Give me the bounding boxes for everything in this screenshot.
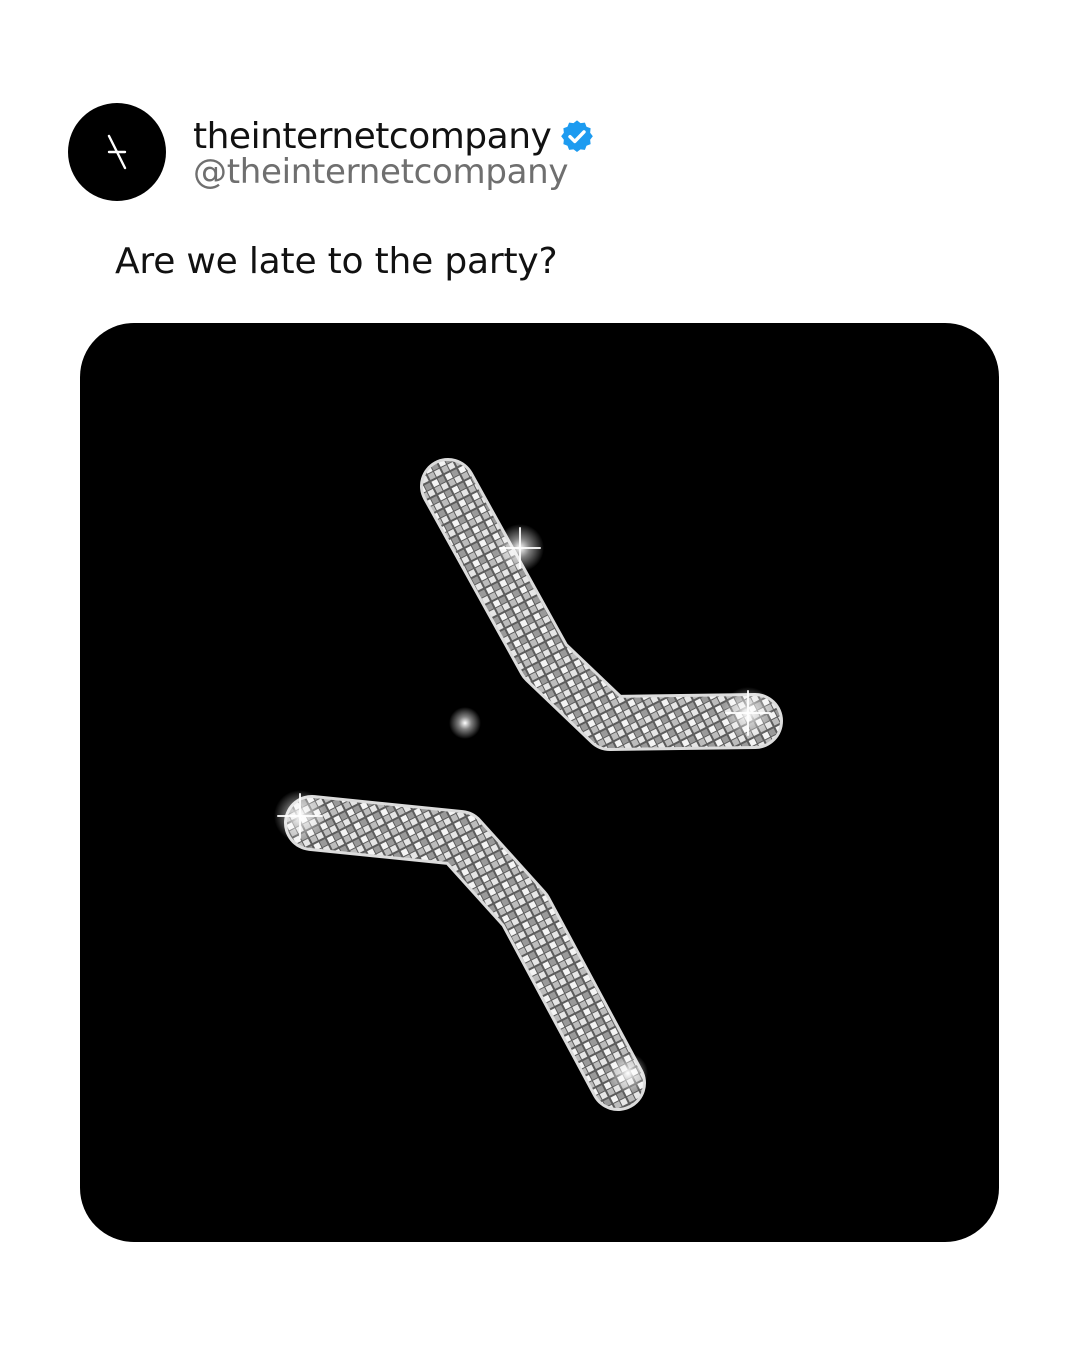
avatar[interactable]: [68, 103, 166, 201]
post-header: theinternetcompany @theinternetcompany: [68, 102, 597, 202]
theinternetcompany-logo-icon: [107, 134, 127, 170]
post-text: Are we late to the party?: [115, 241, 558, 282]
post-media[interactable]: [80, 323, 999, 1242]
disco-ball-logo-icon: [274, 458, 783, 1111]
account-handle[interactable]: @theinternetcompany: [193, 154, 597, 190]
account-identity: theinternetcompany @theinternetcompany: [193, 114, 597, 190]
verified-badge-icon: [557, 117, 597, 157]
